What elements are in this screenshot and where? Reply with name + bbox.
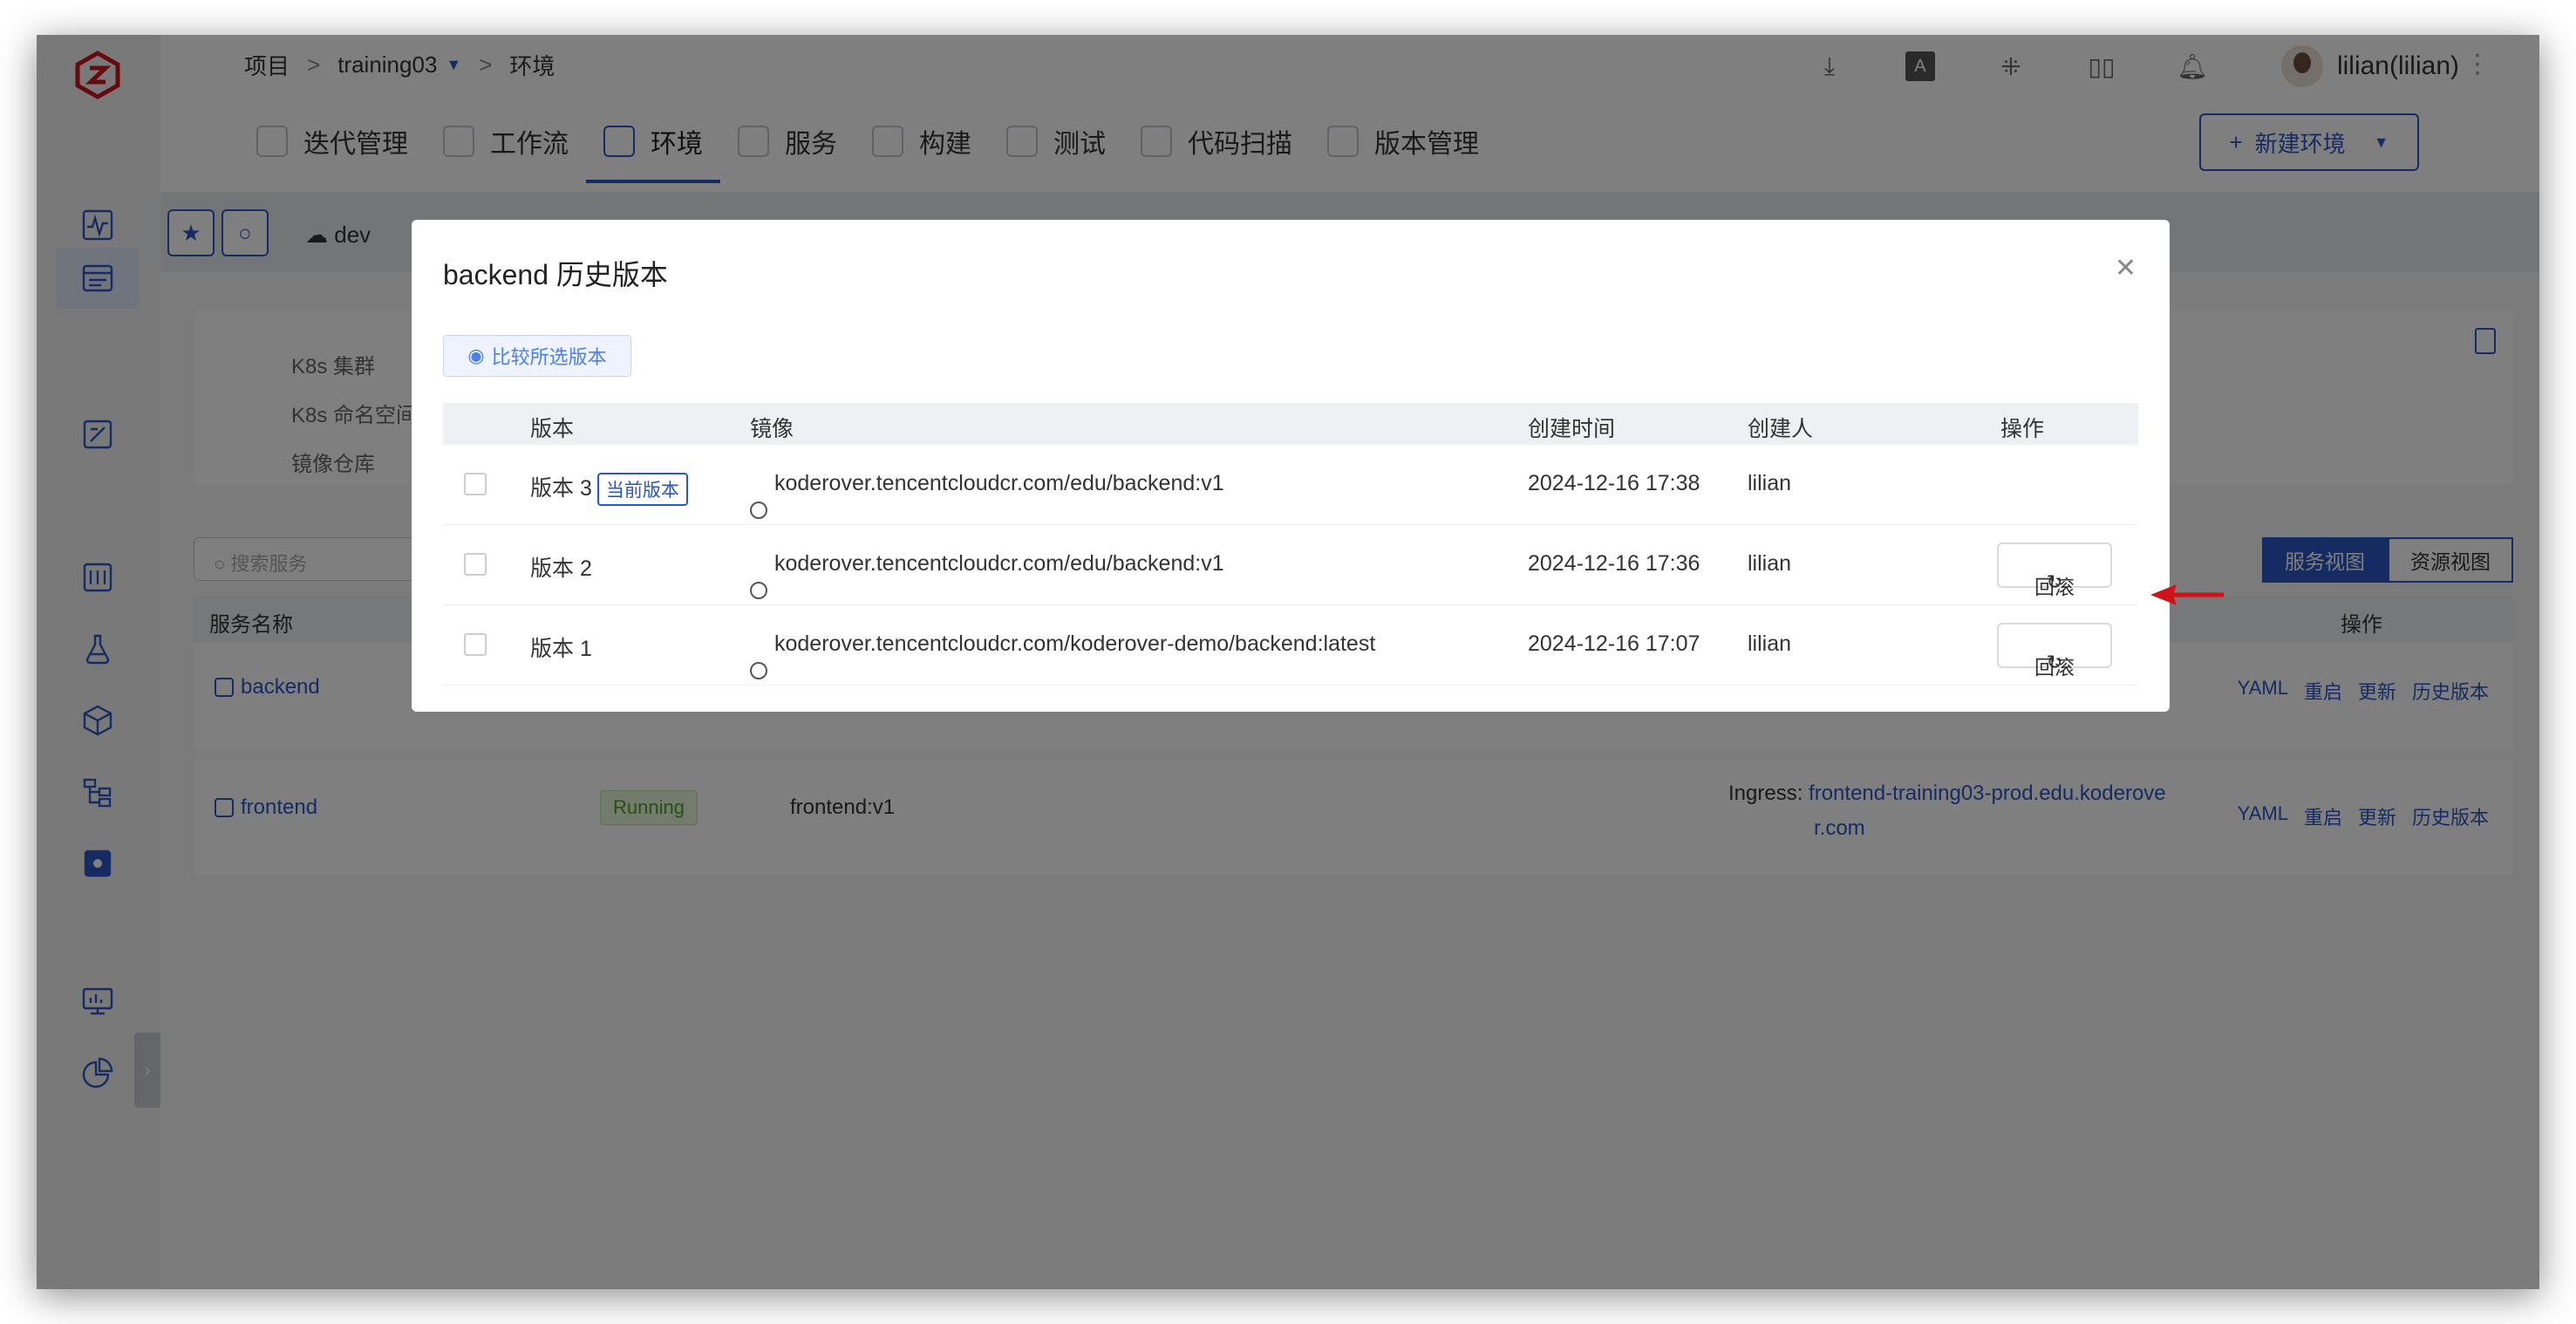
created-time: 2024-12-16 17:38 <box>1528 471 1700 495</box>
row-checkbox[interactable] <box>464 553 487 576</box>
creator-name: lilian <box>1748 471 1792 495</box>
col-image: 镜像 <box>750 417 794 441</box>
col-version: 版本 <box>530 417 575 441</box>
eye-icon: ◉ <box>467 345 485 366</box>
compare-selected-button[interactable]: ◉ 比较所选版本 <box>443 335 631 377</box>
image-name: koderover.tencentcloudcr.com/koderover-d… <box>774 631 1376 656</box>
creator-name: lilian <box>1748 631 1792 656</box>
registry-icon <box>750 582 767 600</box>
current-version-badge: 当前版本 <box>596 473 688 507</box>
col-created-at: 创建时间 <box>1528 417 1616 441</box>
history-versions-modal: backend 历史版本 ✕ ◉ 比较所选版本 版本 镜像 创建时间 创建人 操… <box>412 220 2170 712</box>
version-label: 版本 2 <box>530 556 592 581</box>
table-row: 版本 1 koderover.tencentcloudcr.com/kodero… <box>443 605 2138 686</box>
close-icon[interactable]: ✕ <box>2115 253 2136 283</box>
row-checkbox[interactable] <box>464 633 487 656</box>
version-label: 版本 3 <box>530 476 592 501</box>
version-table-header: 版本 镜像 创建时间 创建人 操作 <box>443 403 2138 445</box>
version-label: 版本 1 <box>530 637 592 661</box>
table-row: 版本 2 koderover.tencentcloudcr.com/edu/ba… <box>443 525 2138 605</box>
registry-icon <box>750 662 767 680</box>
modal-title: backend 历史版本 <box>443 259 668 290</box>
creator-name: lilian <box>1748 551 1792 576</box>
rollback-button[interactable]: ↻ 回滚 <box>1997 543 2112 598</box>
col-creator: 创建人 <box>1748 417 1814 441</box>
image-name: koderover.tencentcloudcr.com/edu/backend… <box>774 551 1224 576</box>
rollback-button[interactable]: ↻ 回滚 <box>1997 623 2112 679</box>
created-time: 2024-12-16 17:07 <box>1528 631 1700 656</box>
app-window: › 项目 > training03 ▼ > 环境 ⤓ A ⁜ ▯▯ 🔔︎ lil… <box>37 35 2539 1289</box>
col-ops: 操作 <box>2000 417 2045 441</box>
table-row: 版本 3 当前版本 koderover.tencentcloudcr.com/ed… <box>443 445 2138 525</box>
image-name: koderover.tencentcloudcr.com/edu/backend… <box>774 471 1224 495</box>
annotation-arrow-icon <box>2150 584 2224 605</box>
created-time: 2024-12-16 17:36 <box>1528 551 1700 576</box>
registry-icon <box>750 502 767 520</box>
row-checkbox[interactable] <box>464 473 487 495</box>
